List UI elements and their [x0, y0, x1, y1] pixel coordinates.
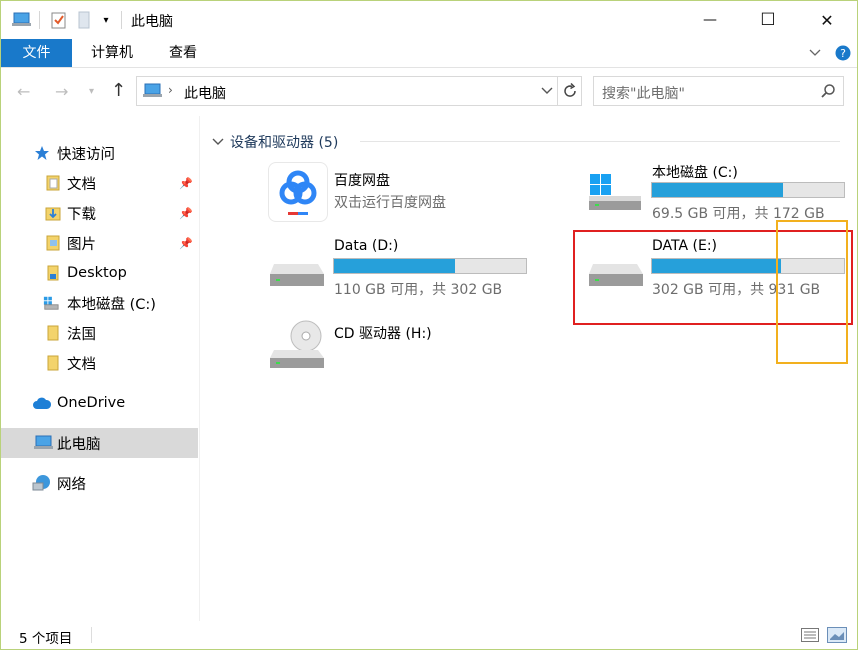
- sidebar-item-quick-access[interactable]: 快速访问: [1, 138, 198, 168]
- tile-name: 百度网盘: [334, 173, 390, 189]
- explorer-window: ▾ 此电脑 — ☐ ✕ 文件 计算机 查看 ? ← → ▾ ↑ › 此电脑 搜索…: [0, 0, 858, 650]
- sidebar-item-onedrive[interactable]: OneDrive: [1, 388, 198, 418]
- properties-icon[interactable]: [49, 10, 69, 30]
- tile-subtitle: 双击运行百度网盘: [334, 195, 446, 211]
- cloud-icon: [32, 395, 52, 411]
- sidebar-item-pictures[interactable]: 图片 📌: [1, 228, 198, 258]
- windows-drive-icon: [587, 174, 643, 210]
- cd-drive-icon: [268, 318, 326, 374]
- tile-cd-drive-h[interactable]: CD 驱动器 (H:): [266, 316, 528, 376]
- network-icon: [32, 475, 52, 491]
- drive-usage-bar: [333, 258, 527, 274]
- hard-drive-icon: [268, 260, 324, 294]
- sidebar-item-france[interactable]: 法国: [1, 318, 198, 348]
- navigation-pane: 快速访问 文档 📌 下载 📌 图片 📌 Desktop 本地磁盘 (C:) 法国…: [1, 116, 198, 621]
- search-icon[interactable]: [820, 83, 836, 103]
- folder-icon: [45, 325, 61, 341]
- computer-icon: [143, 83, 163, 103]
- close-button[interactable]: ✕: [798, 1, 856, 39]
- collapse-chevron-icon[interactable]: [212, 137, 224, 147]
- star-icon: [34, 145, 50, 161]
- search-input[interactable]: 搜索"此电脑": [593, 76, 844, 106]
- back-arrow-icon[interactable]: ←: [17, 82, 30, 101]
- sidebar-item-network[interactable]: 网络: [1, 468, 198, 498]
- content-pane: 设备和驱动器 (5) 百度网盘 双击运行百度网盘 本地磁盘 (C:) 69.5 …: [200, 116, 857, 621]
- tab-view[interactable]: 查看: [154, 39, 212, 67]
- tile-name: 本地磁盘 (C:): [652, 165, 738, 181]
- highlight-box-yellow: [776, 220, 848, 364]
- large-icons-view-icon[interactable]: [827, 627, 847, 647]
- tile-baidu-netdisk[interactable]: 百度网盘 双击运行百度网盘: [266, 160, 516, 224]
- recent-locations-chevron-icon[interactable]: ▾: [89, 86, 94, 97]
- navigation-bar: ← → ▾ ↑ › 此电脑 搜索"此电脑": [1, 68, 857, 116]
- group-header-devices[interactable]: 设备和驱动器 (5): [212, 132, 338, 152]
- help-icon[interactable]: ?: [835, 45, 851, 61]
- drive-usage-bar: [651, 182, 845, 198]
- forward-arrow-icon[interactable]: →: [55, 82, 68, 101]
- refresh-icon[interactable]: [562, 82, 578, 104]
- breadcrumb-this-pc[interactable]: 此电脑: [184, 83, 226, 103]
- breadcrumb-chevron-icon[interactable]: ›: [168, 83, 173, 97]
- tile-name: Data (D:): [334, 238, 399, 254]
- tab-computer[interactable]: 计算机: [79, 39, 145, 67]
- status-bar: 5 个项目: [1, 621, 857, 649]
- folder-icon: [45, 355, 61, 371]
- tile-name: CD 驱动器 (H:): [334, 326, 432, 342]
- pin-icon[interactable]: 📌: [179, 177, 193, 190]
- minimize-button[interactable]: —: [681, 1, 739, 39]
- drive-usage-fill: [652, 183, 783, 197]
- maximize-button[interactable]: ☐: [739, 1, 797, 39]
- tile-subtitle: 110 GB 可用，共 302 GB: [334, 282, 503, 298]
- pictures-folder-icon: [45, 235, 61, 251]
- new-folder-icon[interactable]: [75, 10, 93, 30]
- sidebar-item-desktop[interactable]: Desktop: [1, 258, 198, 288]
- window-title: 此电脑: [131, 14, 173, 30]
- sidebar-item-downloads[interactable]: 下载 📌: [1, 198, 198, 228]
- pin-icon[interactable]: 📌: [179, 207, 193, 220]
- search-placeholder: 搜索"此电脑": [602, 86, 685, 102]
- sidebar-item-local-disk-c[interactable]: 本地磁盘 (C:): [1, 288, 198, 318]
- tile-local-disk-c[interactable]: 本地磁盘 (C:) 69.5 GB 可用，共 172 GB: [585, 160, 847, 224]
- title-bar: ▾ 此电脑 — ☐ ✕: [1, 1, 857, 39]
- computer-icon[interactable]: [11, 10, 33, 30]
- details-view-icon[interactable]: [801, 628, 819, 646]
- sidebar-item-documents[interactable]: 文档 📌: [1, 168, 198, 198]
- tile-data-d[interactable]: Data (D:) 110 GB 可用，共 302 GB: [266, 236, 528, 300]
- drive-usage-fill: [334, 259, 455, 273]
- address-bar[interactable]: › 此电脑: [136, 76, 582, 106]
- customize-toolbar-chevron-icon[interactable]: ▾: [99, 10, 113, 30]
- baidu-netdisk-icon: [268, 162, 328, 222]
- documents-folder-icon: [45, 175, 61, 191]
- tab-file[interactable]: 文件: [1, 39, 72, 67]
- up-arrow-icon[interactable]: ↑: [111, 80, 126, 101]
- ribbon-tabs: 文件 计算机 查看 ?: [1, 39, 857, 68]
- windows-drive-icon: [43, 295, 59, 311]
- svg-text:?: ?: [840, 47, 846, 60]
- folder-icon: [45, 265, 61, 281]
- item-count: 5 个项目: [19, 631, 73, 647]
- address-dropdown-chevron-icon[interactable]: [541, 84, 553, 100]
- pin-icon[interactable]: 📌: [179, 237, 193, 250]
- computer-icon: [34, 435, 54, 451]
- downloads-folder-icon: [45, 205, 61, 221]
- expand-ribbon-chevron-icon[interactable]: [807, 45, 823, 61]
- sidebar-item-this-pc[interactable]: 此电脑: [1, 428, 198, 458]
- sidebar-item-documents-2[interactable]: 文档: [1, 348, 198, 378]
